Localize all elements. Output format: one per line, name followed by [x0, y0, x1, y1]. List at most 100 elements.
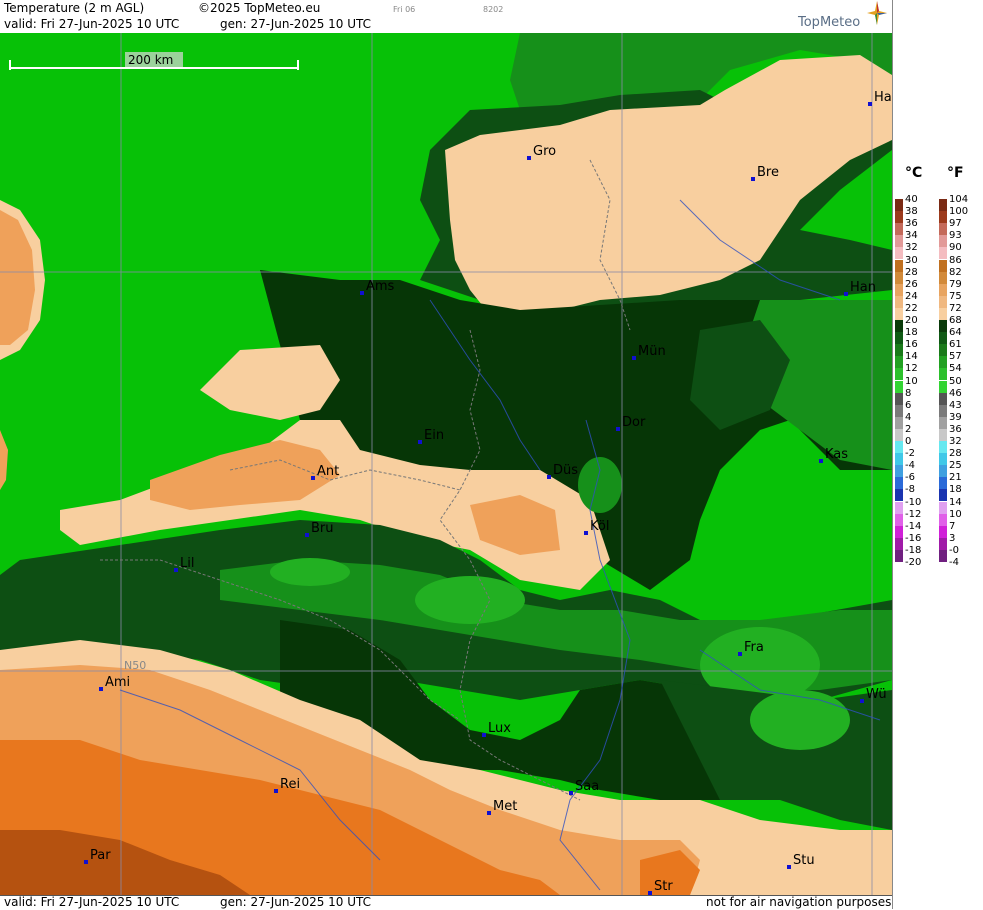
- city-marker-rei: [274, 789, 278, 793]
- city-label-köl: Köl: [590, 519, 609, 534]
- legend-celsius-label: 4: [905, 412, 911, 423]
- city-marker-kas: [819, 459, 823, 463]
- legend-color-swatch: [939, 514, 947, 526]
- legend-color-swatch: [895, 453, 903, 465]
- city-marker-bru: [305, 533, 309, 537]
- city-marker-lil: [174, 568, 178, 572]
- city-label-lil: Lil: [180, 556, 194, 571]
- legend-celsius-label: 26: [905, 279, 918, 290]
- city-label-lux: Lux: [488, 721, 511, 736]
- legend-color-swatch: [895, 429, 903, 441]
- legend-color-swatch: [939, 477, 947, 489]
- legend-fahrenheit-label: 100: [949, 206, 968, 217]
- legend-color-swatch: [939, 489, 947, 501]
- city-marker-fra: [738, 652, 742, 656]
- city-marker-bre: [751, 177, 755, 181]
- legend-celsius-label: 40: [905, 194, 918, 205]
- city-label-wü: Wü: [866, 687, 887, 702]
- disclaimer: not for air navigation purposes: [706, 895, 891, 909]
- legend-color-swatch: [939, 332, 947, 344]
- legend-color-swatch: [895, 526, 903, 538]
- temperature-legend: °C °F 4010438100369734933290308628822679…: [892, 0, 983, 909]
- city-label-str: Str: [654, 879, 673, 894]
- legend-fahrenheit-label: 7: [949, 521, 955, 532]
- city-label-dor: Dor: [622, 415, 646, 430]
- city-marker-dor: [616, 427, 620, 431]
- city-marker-köl: [584, 531, 588, 535]
- legend-fahrenheit-label: 50: [949, 376, 962, 387]
- city-label-fra: Fra: [744, 640, 764, 655]
- legend-fahrenheit-label: 86: [949, 255, 962, 266]
- legend-celsius-label: -8: [905, 484, 915, 495]
- legend-color-swatch: [939, 405, 947, 417]
- legend-color-swatch: [939, 308, 947, 320]
- legend-fahrenheit-label: 57: [949, 351, 962, 362]
- legend-color-swatch: [895, 308, 903, 320]
- footer-valid-time: valid: Fri 27-Jun-2025 10 UTC: [4, 895, 179, 909]
- legend-color-swatch: [895, 199, 903, 211]
- legend-color-swatch: [939, 235, 947, 247]
- legend-color-swatch: [939, 465, 947, 477]
- legend-color-swatch: [895, 260, 903, 272]
- legend-celsius-label: 28: [905, 267, 918, 278]
- footer-generated-time: gen: 27-Jun-2025 10 UTC: [220, 895, 371, 909]
- legend-color-swatch: [939, 441, 947, 453]
- legend-color-swatch: [895, 332, 903, 344]
- legend-color-swatch: [939, 211, 947, 223]
- legend-color-swatch: [939, 296, 947, 308]
- legend-fahrenheit-label: 93: [949, 230, 962, 241]
- compass-star-icon: [866, 0, 888, 26]
- legend-color-swatch: [939, 393, 947, 405]
- legend-celsius-label: 32: [905, 242, 918, 253]
- legend-celsius-label: -14: [905, 521, 921, 532]
- legend-celsius-label: -10: [905, 497, 921, 508]
- legend-fahrenheit-label: 36: [949, 424, 962, 435]
- legend-color-swatch: [939, 368, 947, 380]
- legend-celsius-label: 18: [905, 327, 918, 338]
- legend-fahrenheit-label: 39: [949, 412, 962, 423]
- city-marker-gro: [527, 156, 531, 160]
- legend-color-swatch: [895, 223, 903, 235]
- city-label-mün: Mün: [638, 344, 666, 359]
- legend-color-swatch: [895, 344, 903, 356]
- legend-celsius-label: -20: [905, 557, 921, 568]
- temperature-map[interactable]: 200 km N50 GroBreHaAmsHanMünDorEinAntDüs…: [0, 33, 892, 895]
- legend-celsius-label: 0: [905, 436, 911, 447]
- legend-celsius-label: 2: [905, 424, 911, 435]
- legend-fahrenheit-label: 104: [949, 194, 968, 205]
- legend-celsius-label: 36: [905, 218, 918, 229]
- run-code: 8202: [483, 5, 503, 14]
- city-marker-met: [487, 811, 491, 815]
- legend-color-swatch: [939, 453, 947, 465]
- legend-color-swatch: [939, 502, 947, 514]
- legend-color-swatch: [895, 320, 903, 332]
- legend-color-swatch: [939, 223, 947, 235]
- city-label-saa: Saa: [575, 779, 599, 794]
- city-label-düs: Düs: [553, 463, 578, 478]
- legend-color-swatch: [939, 526, 947, 538]
- city-label-ha: Ha: [874, 90, 892, 105]
- map-header: Temperature (2 m AGL) ©2025 TopMeteo.eu …: [0, 0, 892, 34]
- legend-celsius-label: 8: [905, 388, 911, 399]
- legend-color-swatch: [895, 514, 903, 526]
- legend-fahrenheit-label: 14: [949, 497, 962, 508]
- legend-color-swatch: [939, 247, 947, 259]
- legend-fahrenheit-label: 79: [949, 279, 962, 290]
- legend-color-swatch: [895, 441, 903, 453]
- city-marker-ha: [868, 102, 872, 106]
- legend-color-swatch: [939, 260, 947, 272]
- legend-color-swatch: [895, 465, 903, 477]
- city-marker-ami: [99, 687, 103, 691]
- generated-time: gen: 27-Jun-2025 10 UTC: [220, 17, 371, 31]
- legend-celsius-label: 10: [905, 376, 918, 387]
- legend-color-swatch: [939, 284, 947, 296]
- legend-fahrenheit-label: 82: [949, 267, 962, 278]
- legend-color-swatch: [939, 381, 947, 393]
- legend-fahrenheit-label: 21: [949, 472, 962, 483]
- legend-fahrenheit-label: 72: [949, 303, 962, 314]
- fahrenheit-unit: °F: [947, 165, 964, 181]
- legend-color-swatch: [939, 272, 947, 284]
- topmeteo-logo[interactable]: TopMeteo: [798, 15, 860, 30]
- legend-fahrenheit-label: 97: [949, 218, 962, 229]
- legend-color-swatch: [939, 538, 947, 550]
